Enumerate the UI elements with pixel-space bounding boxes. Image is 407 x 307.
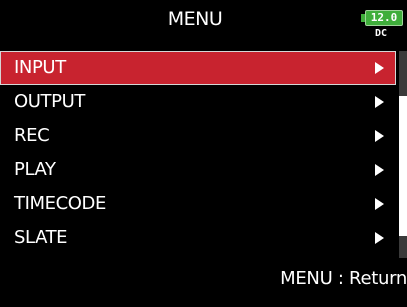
chevron-right-icon (375, 96, 384, 108)
battery-voltage: 12.0 (370, 11, 398, 24)
footer-hint: MENU : Return (280, 268, 407, 289)
page-title: MENU (167, 8, 223, 30)
chevron-right-icon (375, 198, 384, 210)
menu-item-output[interactable]: OUTPUT (0, 85, 396, 119)
device-screen: MENU 12.0 DC INPUT OUTPUT REC PLAY TIMEC… (0, 0, 407, 307)
menu-item-label: TIMECODE (14, 193, 106, 214)
battery-indicator: 12.0 DC (361, 10, 407, 42)
menu-item-rec[interactable]: REC (0, 119, 396, 153)
power-source-label: DC (375, 28, 388, 39)
menu-item-slate[interactable]: SLATE (0, 221, 396, 255)
menu-item-label: INPUT (14, 57, 66, 78)
chevron-right-icon (375, 232, 384, 244)
menu-item-timecode[interactable]: TIMECODE (0, 187, 396, 221)
menu-item-label: REC (14, 125, 50, 146)
chevron-right-icon (375, 130, 384, 142)
menu-item-play[interactable]: PLAY (0, 153, 396, 187)
menu-item-input[interactable]: INPUT (0, 51, 396, 85)
menu-item-label: PLAY (14, 159, 56, 180)
menu-item-label: SLATE (14, 227, 68, 248)
menu-list: INPUT OUTPUT REC PLAY TIMECODE SLATE (0, 51, 396, 255)
chevron-right-icon (375, 164, 384, 176)
chevron-right-icon (375, 62, 384, 74)
menu-item-label: OUTPUT (14, 91, 85, 112)
scrollbar-thumb[interactable] (399, 96, 407, 236)
